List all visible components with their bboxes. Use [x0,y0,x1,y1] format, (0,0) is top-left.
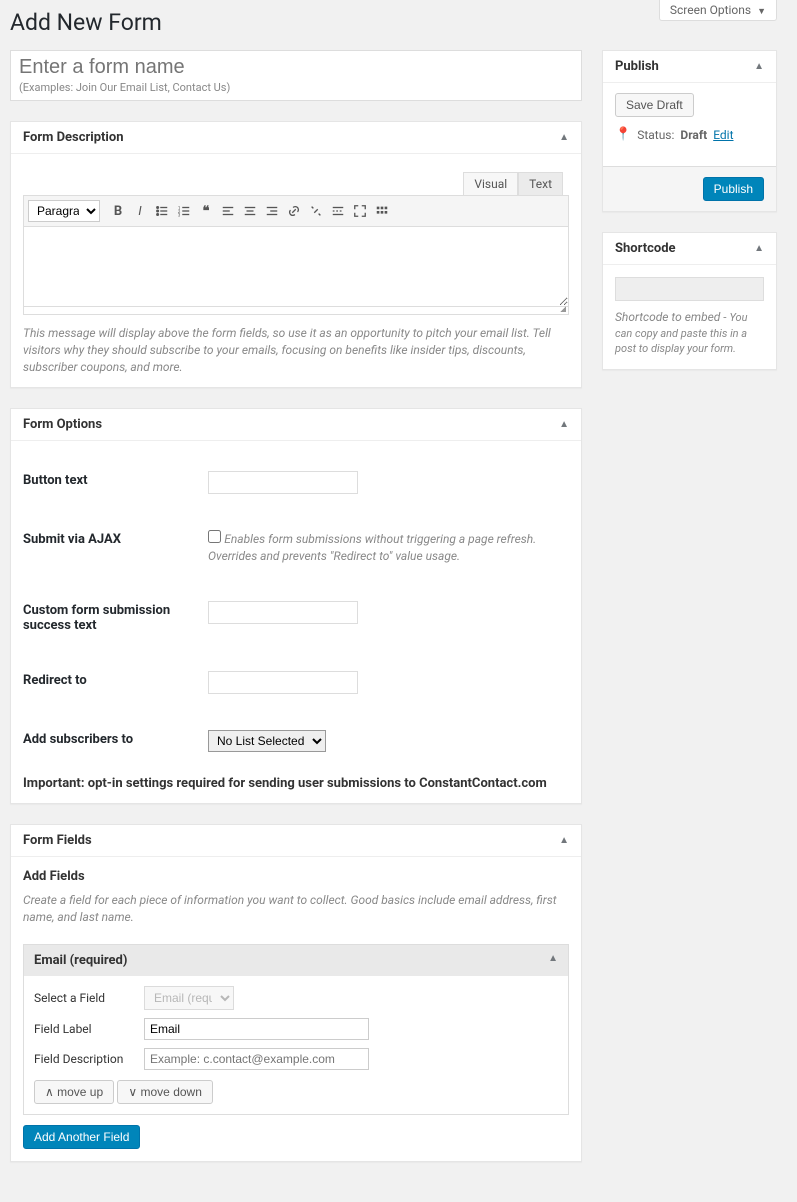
chevron-down-icon: ▼ [757,7,766,17]
field-label-input[interactable] [144,1018,369,1040]
chevron-up-icon: ∧ [45,1085,57,1099]
status-value: Draft [680,128,707,142]
align-left-icon[interactable] [218,201,238,221]
button-text-label: Button text [23,453,198,512]
form-fields-panel: Form Fields ▲ Add Fields Create a field … [10,824,582,1162]
field-panel-title: Email (required) [34,953,127,968]
numbered-list-icon[interactable]: 123 [174,201,194,221]
ajax-description: Enables form submissions without trigger… [208,532,536,563]
align-right-icon[interactable] [262,201,282,221]
add-fields-heading: Add Fields [23,869,569,884]
list-select[interactable]: No List Selected [208,730,326,752]
add-another-field-button[interactable]: Add Another Field [23,1125,140,1149]
status-label: Status: [637,128,674,142]
optin-important-note: Important: opt-in settings required for … [23,770,569,791]
format-select[interactable]: Paragraph [28,200,100,222]
resize-grip[interactable] [23,307,569,315]
collapse-icon[interactable]: ▲ [559,419,569,430]
read-more-icon[interactable] [328,201,348,221]
chevron-down-icon: ∨ [128,1085,140,1099]
screen-options-label: Screen Options [670,3,751,17]
form-description-panel: Form Description ▲ Visual Text Paragraph… [10,121,582,388]
form-description-heading: Form Description [23,130,124,145]
editor-textarea[interactable] [23,227,569,307]
form-name-hint: (Examples: Join Our Email List, Contact … [19,81,573,94]
button-text-input[interactable] [208,471,358,494]
italic-icon[interactable]: I [130,201,150,221]
svg-text:3: 3 [178,213,181,218]
editor-toolbar: Paragraph B I 123 ❝ [23,195,569,227]
screen-options-tab[interactable]: Screen Options ▼ [659,0,777,21]
fullscreen-icon[interactable] [350,201,370,221]
align-center-icon[interactable] [240,201,260,221]
toolbar-toggle-icon[interactable] [372,201,392,221]
collapse-icon[interactable]: ▲ [754,243,764,254]
form-fields-heading: Form Fields [23,833,92,848]
ajax-label: Submit via AJAX [23,512,198,583]
redirect-input[interactable] [208,671,358,694]
publish-heading: Publish [615,59,659,74]
edit-status-link[interactable]: Edit [713,128,733,142]
collapse-icon[interactable]: ▲ [559,835,569,846]
shortcode-hint: Shortcode to embed - You can copy and pa… [615,309,764,357]
form-description-hint: This message will display above the form… [23,325,569,375]
redirect-label: Redirect to [23,653,198,712]
pin-icon: 📍 [615,127,631,142]
publish-button[interactable]: Publish [703,177,764,201]
shortcode-heading: Shortcode [615,241,676,256]
shortcode-input[interactable] [615,277,764,301]
collapse-icon[interactable]: ▲ [754,61,764,72]
form-options-panel: Form Options ▲ Button text Submit via AJ… [10,408,582,804]
bold-icon[interactable]: B [108,201,128,221]
field-description-input[interactable] [144,1048,369,1070]
form-options-heading: Form Options [23,417,102,432]
save-draft-button[interactable]: Save Draft [615,93,694,117]
add-subscribers-label: Add subscribers to [23,712,198,770]
form-name-input[interactable] [19,54,573,81]
collapse-icon[interactable]: ▲ [559,132,569,143]
editor-tab-text[interactable]: Text [518,172,563,195]
success-text-label: Custom form submission success text [23,583,198,653]
success-text-input[interactable] [208,601,358,624]
bullet-list-icon[interactable] [152,201,172,221]
unlink-icon[interactable] [306,201,326,221]
add-fields-hint: Create a field for each piece of informa… [23,892,569,926]
editor-tab-visual[interactable]: Visual [463,172,518,195]
ajax-checkbox[interactable] [208,530,221,543]
field-description-label: Field Description [34,1052,144,1066]
form-name-wrap: (Examples: Join Our Email List, Contact … [10,50,582,101]
blockquote-icon[interactable]: ❝ [196,201,216,221]
move-down-button[interactable]: ∨ move down [117,1080,213,1104]
collapse-icon[interactable]: ▲ [548,953,558,968]
link-icon[interactable] [284,201,304,221]
shortcode-panel: Shortcode ▲ Shortcode to embed - You can… [602,232,777,370]
move-up-button[interactable]: ∧ move up [34,1080,114,1104]
select-field-label: Select a Field [34,991,144,1005]
field-panel-email: Email (required) ▲ Select a Field Email … [23,944,569,1115]
select-field-dropdown[interactable]: Email (required) [144,986,234,1010]
publish-panel: Publish ▲ Save Draft 📍 Status: Draft Edi… [602,50,777,212]
